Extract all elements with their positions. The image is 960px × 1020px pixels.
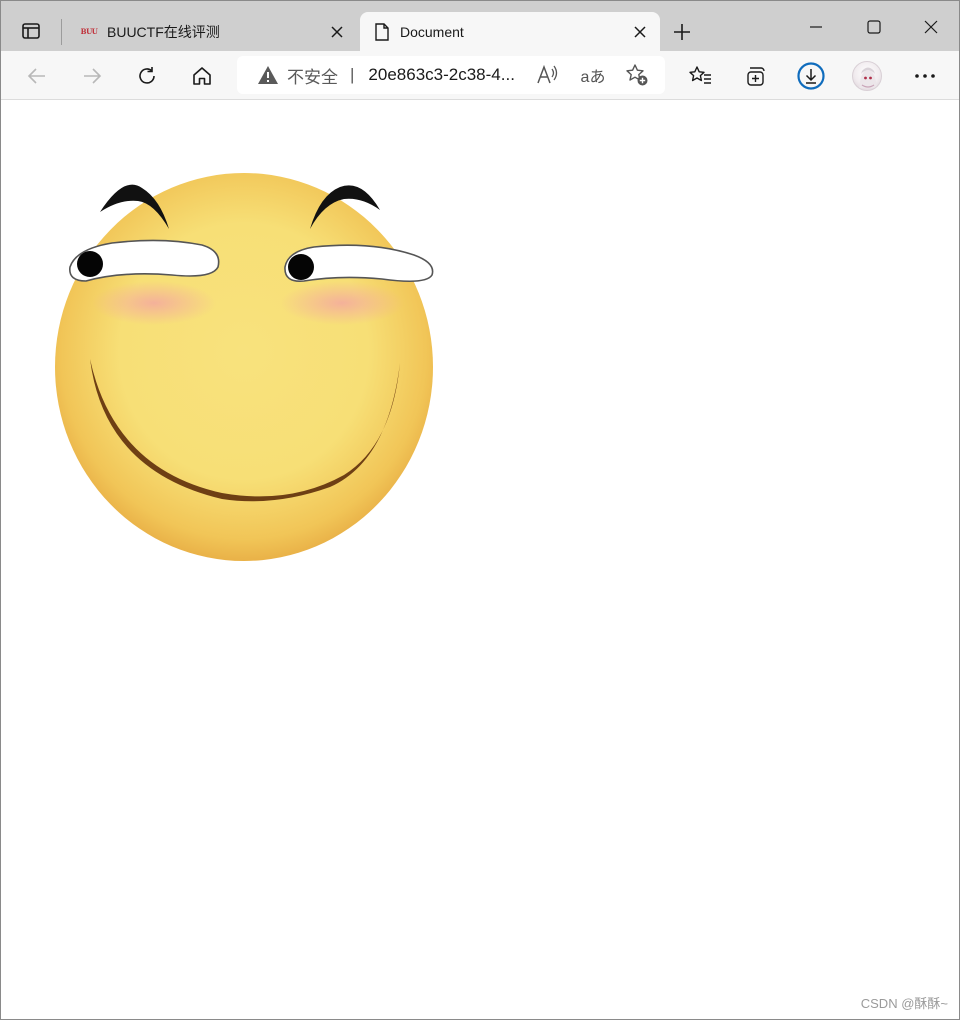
warning-icon[interactable] (257, 64, 279, 86)
home-icon (193, 67, 211, 85)
read-aloud-icon[interactable] (533, 60, 563, 90)
tab-title: BUUCTF在线评测 (107, 23, 220, 40)
page-content: CSDN @酥酥~ (2, 101, 959, 1019)
smirking-smiley-face (55, 173, 434, 561)
collections-icon (747, 67, 765, 86)
download-icon (797, 62, 825, 90)
buuctf-logo-icon: BUU (80, 27, 98, 36)
page-icon (372, 22, 392, 42)
close-tab-icon[interactable] (323, 18, 351, 46)
home-button[interactable] (185, 59, 219, 93)
tab-actions-icon (22, 23, 40, 39)
translate-icon[interactable]: aあ (578, 60, 608, 90)
more-menu-icon (915, 74, 935, 78)
browser-window: BUU BUUCTF在线评测 Document 不安全 | 20e863c3-2… (0, 0, 960, 1020)
navigation-toolbar: 不安全 | 20e863c3-2c38-4... aあ (1, 51, 959, 100)
favorites-button[interactable] (684, 59, 718, 93)
collections-button[interactable] (739, 59, 773, 93)
face (55, 173, 433, 561)
address-bar[interactable]: 不安全 | 20e863c3-2c38-4... aあ (237, 56, 665, 94)
new-tab-button[interactable] (667, 17, 697, 47)
back-button[interactable] (20, 59, 54, 93)
refresh-button[interactable] (130, 59, 164, 93)
tab-buuctf[interactable]: BUU BUUCTF在线评测 (67, 12, 357, 51)
more-menu-button[interactable] (908, 59, 942, 93)
url-text[interactable]: 20e863c3-2c38-4... (368, 65, 520, 85)
tab-separator (61, 19, 62, 45)
profile-avatar (852, 61, 882, 91)
favorites-icon (689, 66, 711, 84)
left-pupil (77, 251, 103, 277)
add-favorite-icon[interactable] (622, 60, 652, 90)
minimize-icon (810, 26, 822, 28)
address-separator: | (350, 65, 355, 84)
tab-strip: BUU BUUCTF在线评测 Document (1, 1, 959, 51)
window-close-button[interactable] (909, 9, 953, 45)
left-blush (92, 281, 216, 325)
close-icon (924, 20, 938, 34)
security-label[interactable]: 不安全 (287, 63, 338, 88)
downloads-button[interactable] (794, 59, 828, 93)
right-pupil (288, 254, 314, 280)
forward-button[interactable] (75, 59, 109, 93)
maximize-button[interactable] (852, 9, 896, 45)
tab-title: Document (400, 23, 464, 40)
right-blush (280, 281, 404, 325)
close-tab-icon[interactable] (626, 18, 654, 46)
refresh-icon (139, 67, 155, 84)
tab-actions-button[interactable] (13, 13, 49, 49)
forward-arrow-icon (84, 68, 102, 84)
profile-button[interactable] (850, 59, 884, 93)
watermark: CSDN @酥酥~ (860, 996, 948, 1011)
back-arrow-icon (27, 68, 45, 84)
tab-document[interactable]: Document (360, 12, 660, 51)
maximize-icon (867, 20, 881, 34)
plus-icon (674, 24, 690, 40)
minimize-button[interactable] (794, 9, 838, 45)
